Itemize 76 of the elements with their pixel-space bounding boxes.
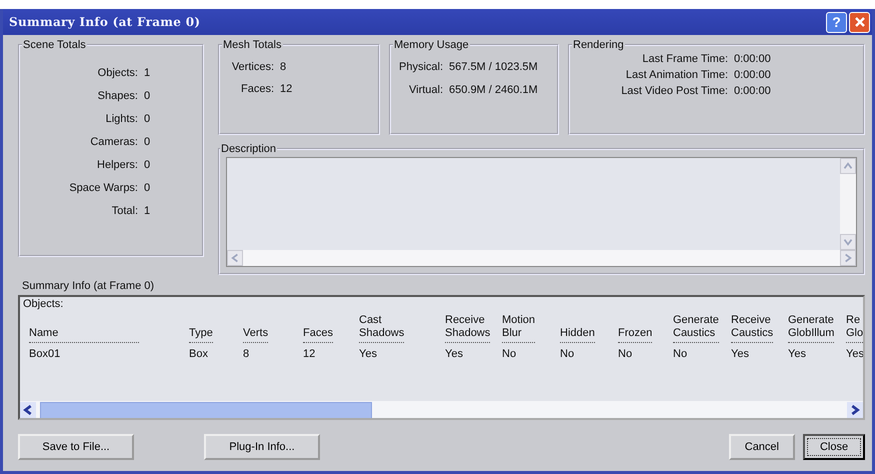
column-header[interactable]: Receive Caustics [731,314,774,344]
group-title: Scene Totals [22,39,87,51]
column-header[interactable]: Hidden [560,326,595,344]
field-value: 0 [144,182,150,194]
table-cell-text: Yes [359,347,378,360]
scroll-right-icon[interactable] [847,402,863,418]
close-icon [852,15,866,29]
column-header[interactable]: Frozen [618,326,652,344]
column-header[interactable]: Verts [243,326,268,344]
field-value: 8 [280,61,288,73]
column-header[interactable]: Cast Shadows [359,314,404,344]
field-value: 0 [144,113,150,125]
column-header[interactable]: Faces [303,326,333,344]
field-label: Last Video Post Time: [620,85,728,97]
field-value: 1 [144,205,150,217]
field-value: 0:00:00 [734,85,771,97]
group-title: Memory Usage [393,39,470,51]
field-label: Faces: [240,83,274,95]
field-value: 12 [280,83,292,95]
field-value: 0:00:00 [734,69,771,81]
table-cell-text: 12 [303,347,316,360]
field-label: Last Animation Time: [624,69,728,81]
field-label: Helpers: [96,159,138,171]
table-cell-text: Box [189,347,209,360]
scroll-down-icon[interactable] [840,234,856,250]
scroll-left-icon[interactable] [20,402,36,418]
close-button[interactable] [849,12,870,32]
field-value: 567.5M / 1023.5M [449,61,538,73]
table-cell-text: Yes [788,347,807,360]
field-label: Lights: [104,113,138,125]
field-label: Shapes: [96,90,138,102]
table-cell-text: Yes [445,347,464,360]
group-title: Description [220,143,278,155]
table-cell-text: 8 [243,347,250,360]
field-value: 0:00:00 [734,53,771,65]
field-label: Virtual: [408,84,444,96]
group-title: Rendering [572,39,625,51]
field-value: 0 [144,90,150,102]
column-header[interactable]: Name [29,326,139,344]
dialog-button[interactable]: Close [803,434,865,460]
field-label: Physical: [399,61,444,73]
horizontal-scrollbar[interactable] [20,401,863,418]
dialog-button[interactable]: Save to File... [18,434,134,460]
section-label: Summary Info (at Frame 0) [22,280,156,292]
list-title: Objects: [22,297,64,311]
column-header[interactable]: Type [189,326,213,344]
field-label: Space Warps: [68,182,138,194]
vertical-scrollbar[interactable] [840,158,856,250]
scrollbar-thumb[interactable] [40,402,372,418]
window-title: Summary Info (at Frame 0) [9,15,200,29]
column-header[interactable]: Re Glo [846,314,863,344]
scroll-up-icon[interactable] [840,158,856,174]
field-value: 0 [144,136,150,148]
column-header[interactable]: Generate GlobIllum [788,314,834,344]
column-header[interactable]: Motion Blur [502,314,536,344]
field-label: Last Frame Time: [641,53,728,65]
column-header[interactable]: Generate Caustics [673,314,719,344]
table-cell-text: Box01 [29,347,62,360]
table-cell-text: No [673,347,688,360]
help-button[interactable]: ? [826,12,847,32]
dialog-button[interactable]: Plug-In Info... [204,434,320,460]
column-header[interactable]: Receive Shadows [445,314,490,344]
table-cell-text: Yes [731,347,750,360]
table-cell-text: No [502,347,518,360]
field-label: Vertices: [230,61,274,73]
group-title: Mesh Totals [222,39,282,51]
field-value: 1 [144,67,150,79]
field-label: Cameras: [89,136,138,148]
field-label: Total: [110,205,138,217]
dialog-button[interactable]: Cancel [728,434,795,460]
field-value: 0 [144,159,150,171]
description-field[interactable] [226,157,857,267]
field-label: Objects: [96,67,138,79]
table-cell-text: No [560,347,576,360]
field-value: 650.9M / 2460.1M [449,84,538,96]
table-cell-text: No [618,347,634,360]
